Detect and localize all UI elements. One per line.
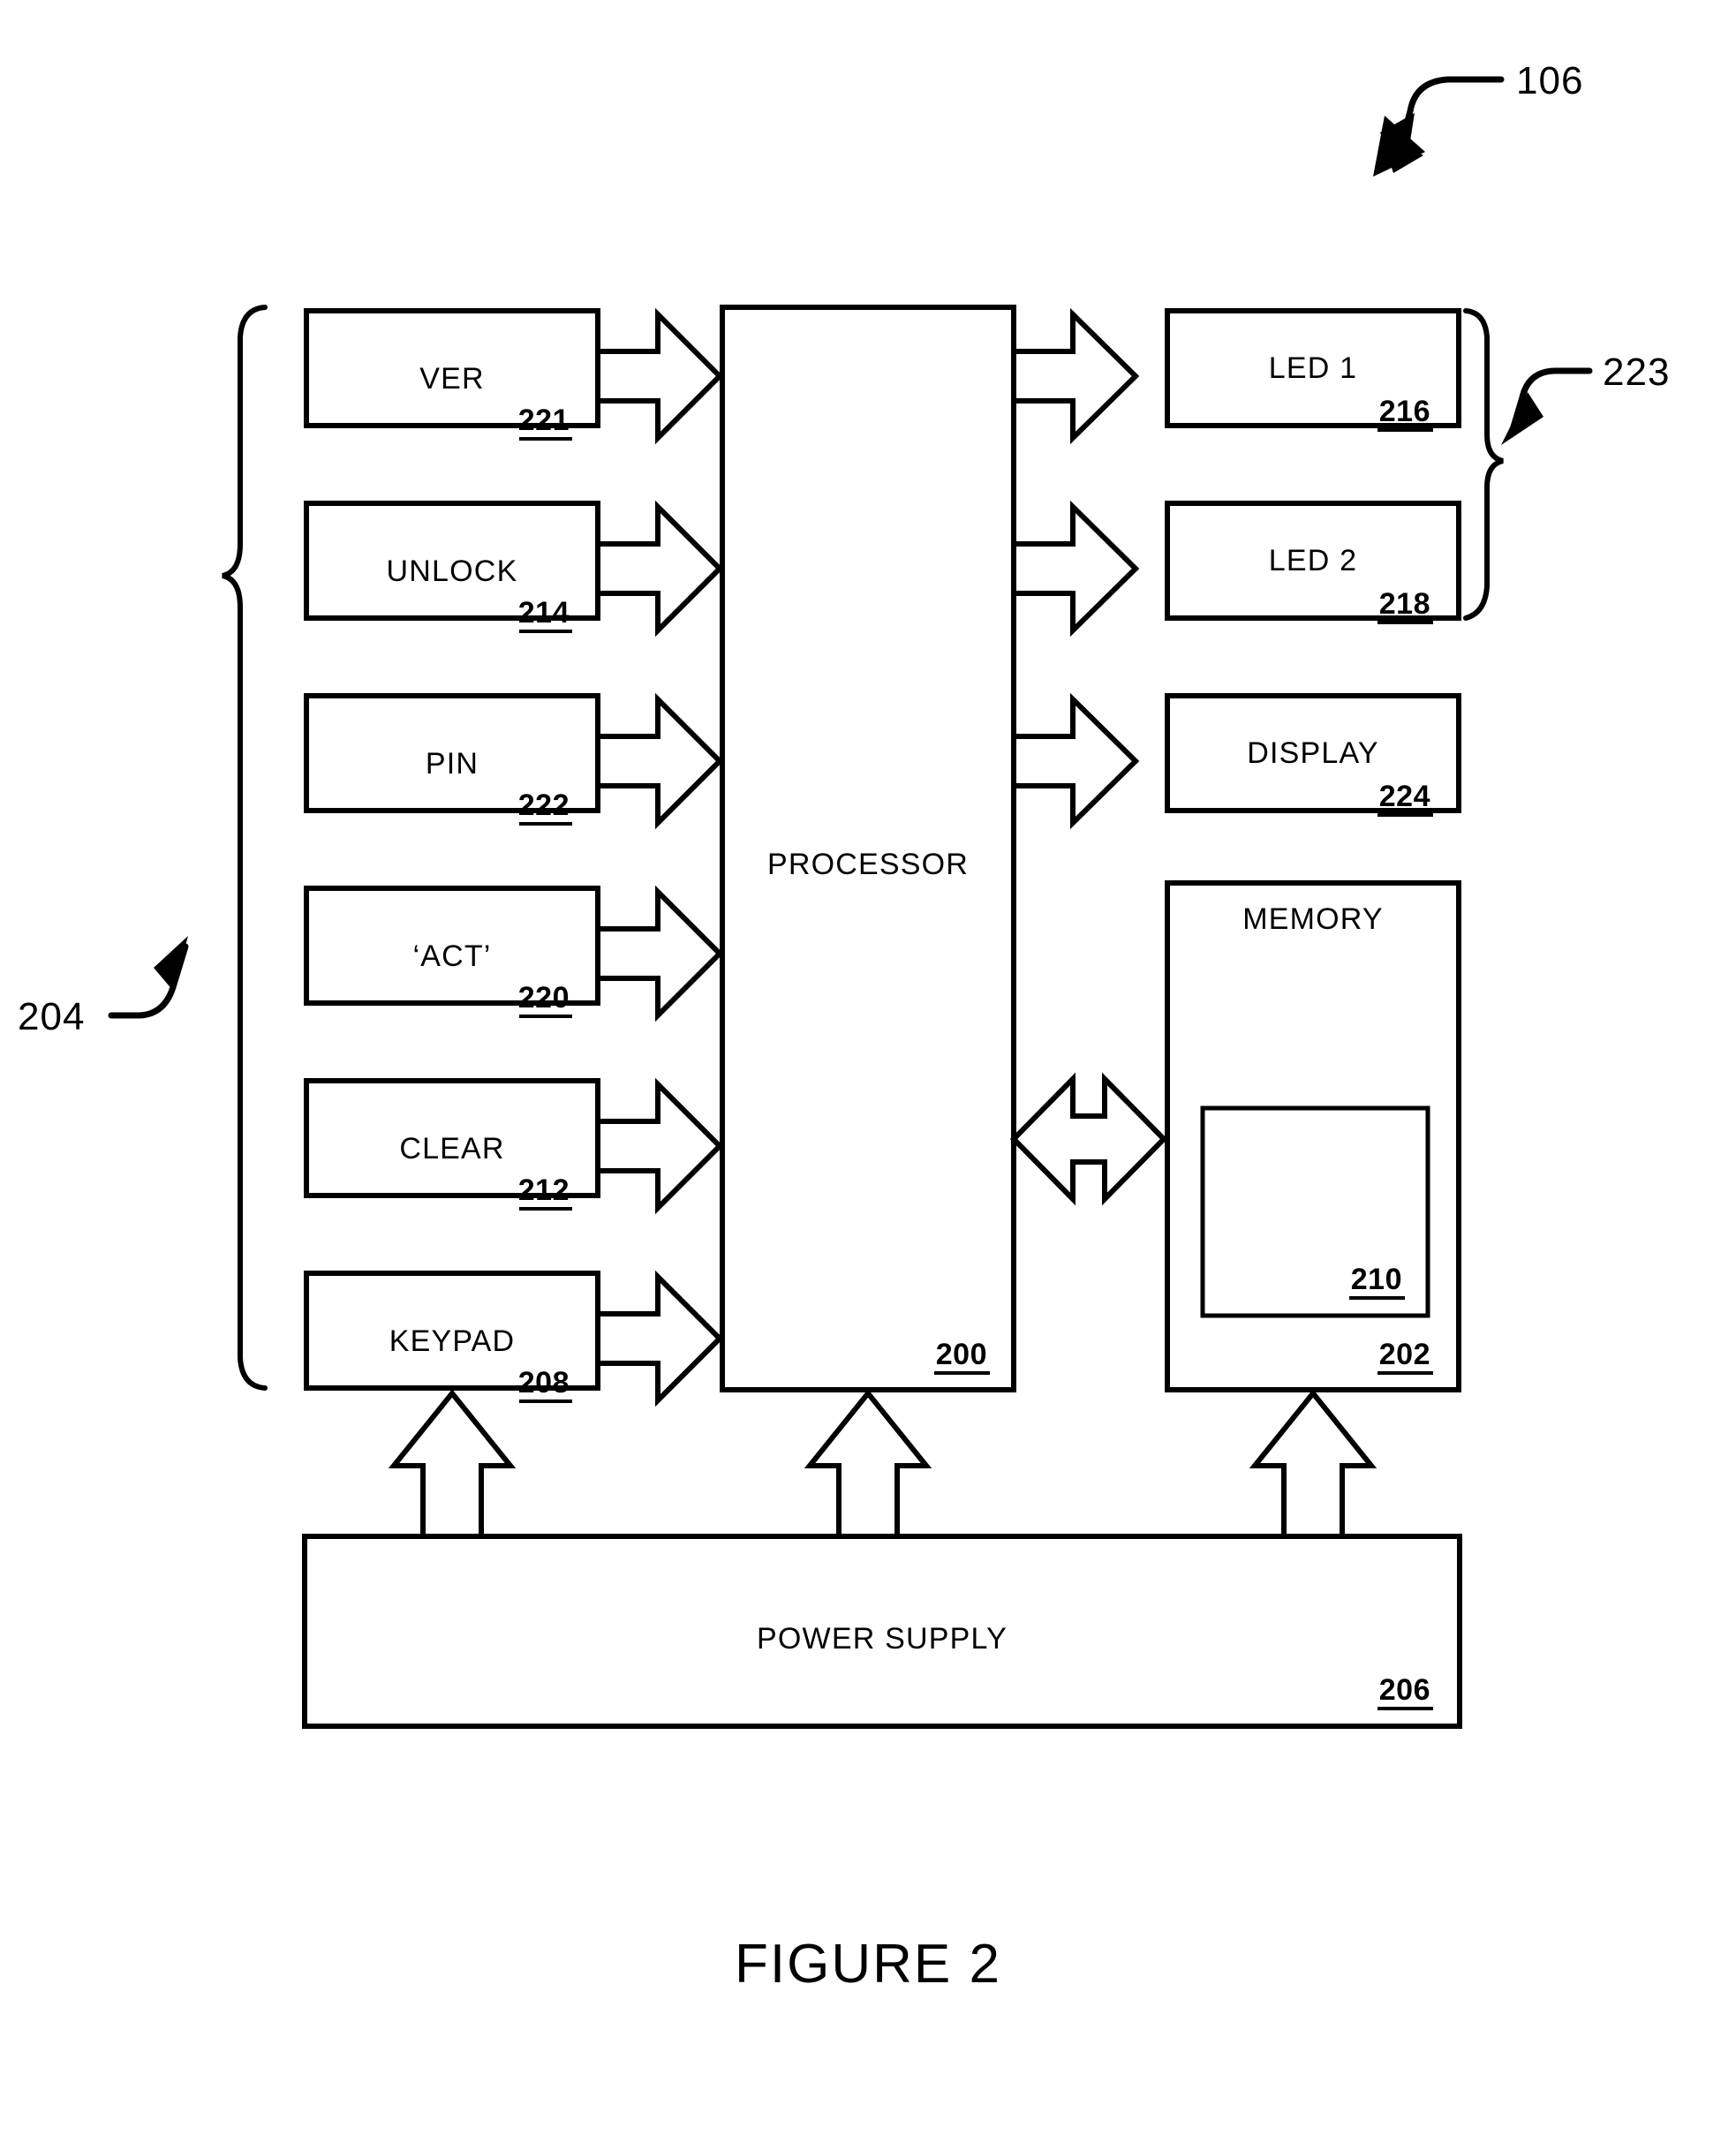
memory-box[interactable]: MEMORY 202 210	[1165, 880, 1461, 1392]
power-supply-ref: 206	[1379, 1673, 1430, 1707]
memory-inner-ref: 210	[1351, 1263, 1402, 1296]
patent-figure: 106 204 VER 221 UNLOCK 214 PIN 222 ‘ACT’…	[0, 0, 1736, 2135]
block-arrow-right-icon	[595, 692, 724, 830]
output-box-display-ref: 224	[1379, 780, 1430, 813]
callout-204: 204	[18, 936, 189, 1038]
block-arrow-up-icon	[1249, 1389, 1377, 1539]
curly-brace-left-icon	[222, 305, 268, 1391]
power-supply-label: POWER SUPPLY	[757, 1622, 1008, 1656]
block-arrow-right-icon	[1011, 307, 1140, 445]
callout-204-label: 204	[18, 995, 85, 1038]
processor-label: PROCESSOR	[767, 848, 969, 881]
input-box-unlock-ref: 214	[518, 596, 570, 630]
block-arrow-right-icon	[595, 500, 724, 637]
power-supply-box[interactable]: POWER SUPPLY 206	[302, 1534, 1462, 1729]
input-box-clear[interactable]: CLEAR 212	[304, 1078, 600, 1211]
output-box-led1[interactable]: LED 1 216	[1165, 308, 1461, 432]
power-arrow-processor	[804, 1389, 932, 1539]
input-box-unlock-label: UNLOCK	[387, 554, 518, 588]
processor-box[interactable]: PROCESSOR 200	[720, 305, 1016, 1392]
memory-label: MEMORY	[1242, 902, 1384, 936]
output-box-led2[interactable]: LED 2 218	[1165, 501, 1461, 624]
output-box-led1-ref: 216	[1379, 395, 1430, 428]
input-box-unlock[interactable]: UNLOCK 214	[304, 501, 600, 633]
figure-caption: FIGURE 2	[735, 1934, 1001, 1995]
output-arrow-led2	[1011, 500, 1140, 637]
output-box-display-label: DISPLAY	[1247, 736, 1379, 770]
figure-canvas: 106 204 VER 221 UNLOCK 214 PIN 222 ‘ACT’…	[18, 59, 1670, 1995]
memory-ref: 202	[1379, 1338, 1430, 1371]
input-arrow-unlock	[595, 500, 724, 637]
curly-brace-right-icon	[1463, 308, 1504, 621]
processor-ref: 200	[936, 1338, 987, 1371]
input-group-brace	[222, 305, 268, 1391]
output-arrow-led1	[1011, 307, 1140, 445]
input-arrow-act	[595, 885, 724, 1022]
output-box-display[interactable]: DISPLAY 224	[1165, 693, 1461, 817]
block-arrow-right-icon	[595, 1270, 724, 1407]
input-box-pin-ref: 222	[518, 788, 570, 822]
input-box-pin[interactable]: PIN 222	[304, 693, 600, 826]
input-box-keypad-label: KEYPAD	[389, 1324, 516, 1358]
input-box-clear-ref: 212	[518, 1173, 570, 1207]
callout-223: 223	[1501, 351, 1670, 445]
block-arrow-right-icon	[595, 885, 724, 1022]
output-box-led2-ref: 218	[1379, 587, 1430, 621]
block-arrow-right-icon	[595, 307, 724, 445]
input-arrow-clear	[595, 1077, 724, 1215]
input-box-ver-label: VER	[419, 362, 485, 396]
input-box-keypad[interactable]: KEYPAD 208	[304, 1271, 600, 1403]
input-box-act-label: ‘ACT’	[412, 939, 491, 973]
input-box-act[interactable]: ‘ACT’ 220	[304, 886, 600, 1018]
block-arrow-right-icon	[1011, 500, 1140, 637]
memory-bus-arrow	[1009, 1072, 1168, 1206]
output-box-led2-label: LED 2	[1269, 544, 1358, 577]
input-box-keypad-ref: 208	[518, 1366, 570, 1399]
block-arrow-up-icon	[804, 1389, 932, 1539]
input-box-ver[interactable]: VER 221	[304, 308, 600, 441]
input-box-ver-ref: 221	[518, 404, 570, 437]
output-arrow-display	[1011, 692, 1140, 830]
block-arrow-up-icon	[388, 1389, 517, 1539]
output-group-brace	[1463, 308, 1504, 621]
callout-106: 106	[1373, 59, 1583, 177]
input-arrow-keypad	[595, 1270, 724, 1407]
block-arrow-right-icon	[595, 1077, 724, 1215]
memory-inner-region[interactable]: 210	[1200, 1105, 1430, 1318]
input-arrow-ver	[595, 307, 724, 445]
input-box-clear-label: CLEAR	[399, 1132, 504, 1166]
callout-106-label: 106	[1516, 59, 1583, 102]
callout-223-label: 223	[1603, 351, 1670, 394]
power-arrow-memory	[1249, 1389, 1377, 1539]
input-arrow-pin	[595, 692, 724, 830]
output-box-led1-label: LED 1	[1269, 351, 1358, 385]
input-box-act-ref: 220	[518, 981, 570, 1015]
input-box-pin-label: PIN	[426, 747, 479, 781]
power-arrow-keypad	[388, 1389, 517, 1539]
block-arrow-right-icon	[1011, 692, 1140, 830]
block-arrow-double-horizontal-icon	[1009, 1072, 1168, 1206]
